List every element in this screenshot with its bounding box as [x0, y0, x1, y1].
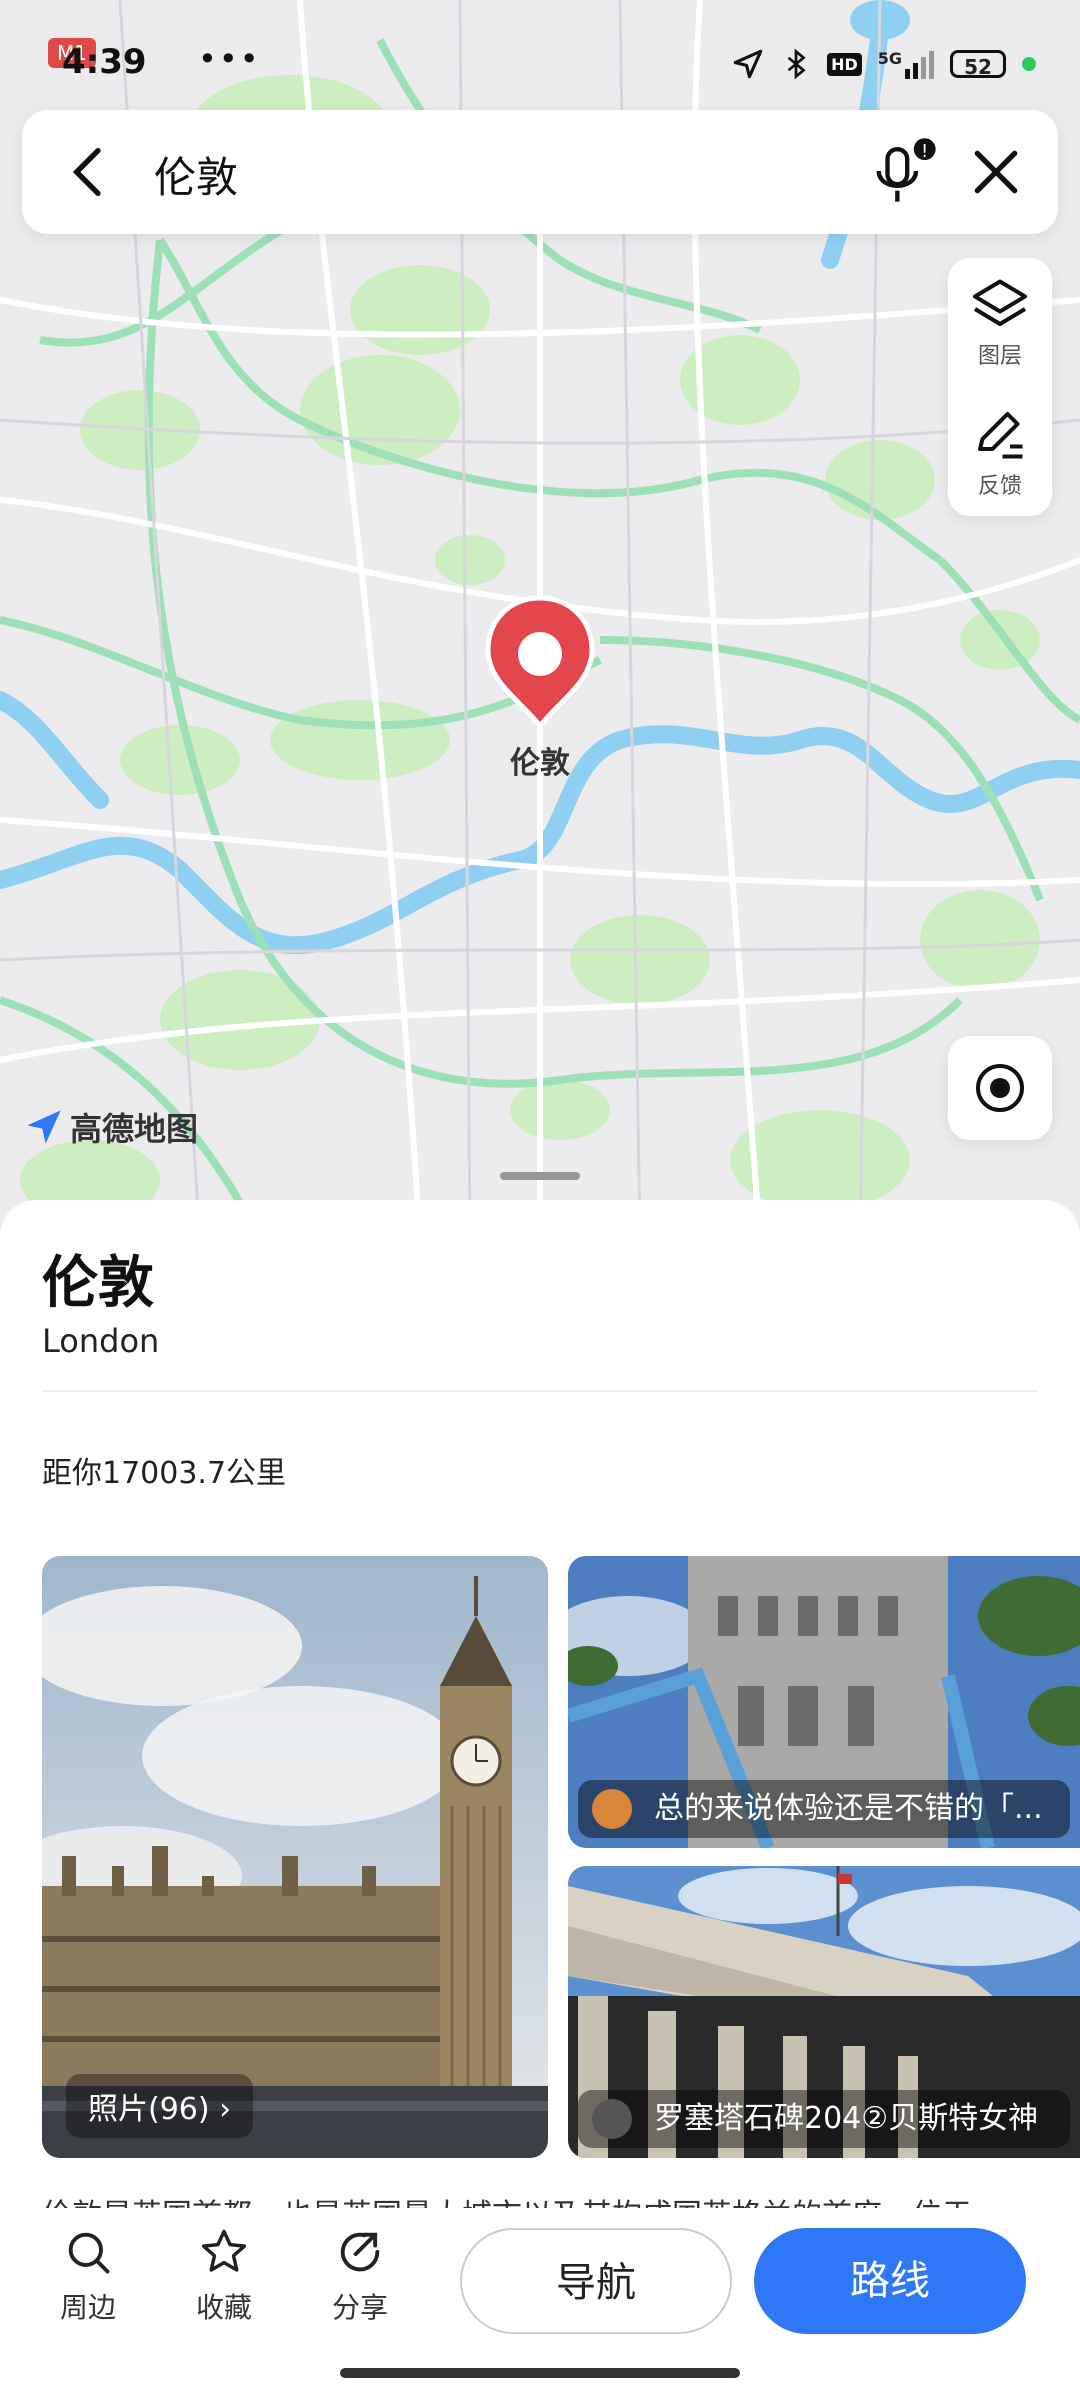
bluetooth-icon	[787, 48, 806, 80]
amap-logo-icon	[27, 1110, 61, 1144]
locate-icon	[976, 1064, 1024, 1112]
map-tools-panel: 图层 反馈	[948, 258, 1052, 516]
review-caption-2[interactable]: 罗塞塔石碑204②贝斯特女神	[578, 2090, 1070, 2148]
signal-icon: 5G	[878, 49, 934, 79]
voice-input-icon[interactable]: !	[872, 136, 938, 206]
search-query[interactable]: 伦敦	[154, 144, 238, 205]
distance-text: 距你17003.7公里	[42, 1456, 287, 1491]
feedback-button[interactable]: 反馈	[948, 388, 1052, 516]
layers-button[interactable]: 图层	[948, 258, 1052, 386]
reviewer-avatar	[592, 1789, 632, 1829]
hd-icon: HD	[827, 52, 862, 76]
divider	[42, 1390, 1038, 1392]
route-button[interactable]: 路线	[754, 2228, 1026, 2334]
my-location-button[interactable]	[948, 1036, 1052, 1140]
review-text-1: 总的来说体验还是不错的「...	[654, 1791, 1043, 1826]
sheet-drag-handle[interactable]	[500, 1172, 580, 1180]
favorite-button[interactable]: 收藏	[174, 2226, 274, 2326]
layers-label: 图层	[977, 344, 1022, 369]
logo-text: 高德地图	[70, 1110, 199, 1148]
photos-count-button[interactable]: 照片(96) ›	[66, 2074, 254, 2138]
svg-text:!: !	[921, 142, 928, 162]
favorite-label: 收藏	[195, 2291, 252, 2324]
amap-logo: 高德地图	[24, 1104, 198, 1150]
privacy-indicator	[1022, 57, 1036, 71]
share-button[interactable]: 分享	[310, 2226, 410, 2326]
photo-british-museum[interactable]: 罗塞塔石碑204②贝斯特女神	[568, 1866, 1080, 2158]
reviewer-avatar	[592, 2099, 632, 2139]
photo-tower-bridge[interactable]: 总的来说体验还是不错的「...	[568, 1556, 1080, 1848]
photo-big-ben[interactable]: 照片(96) ›	[42, 1556, 548, 2158]
big-ben-image	[42, 1556, 548, 2158]
location-pin-icon[interactable]	[478, 594, 602, 744]
search-icon	[68, 2232, 110, 2274]
edit-feedback-icon	[978, 412, 1023, 459]
review-caption-1[interactable]: 总的来说体验还是不错的「...	[578, 1780, 1070, 1838]
place-english-name: London	[42, 1322, 160, 1360]
pin-label: 伦敦	[510, 746, 570, 781]
more-notifications-icon: •••	[198, 40, 261, 78]
search-bar[interactable]: 伦敦 !	[22, 110, 1058, 234]
battery-icon: 52	[950, 50, 1006, 79]
network-type: 5G	[877, 49, 902, 68]
home-indicator[interactable]	[340, 2368, 740, 2378]
nearby-button[interactable]: 周边	[38, 2226, 138, 2326]
layers-icon	[973, 279, 1027, 326]
share-label: 分享	[331, 2291, 388, 2324]
back-icon[interactable]	[58, 140, 122, 204]
close-icon[interactable]	[964, 140, 1028, 204]
nearby-label: 周边	[59, 2291, 116, 2324]
place-description: 伦敦是英国首都，也是英国最大城市以及其构成国英格兰的首府，位于	[42, 2190, 1032, 2208]
place-title: 伦敦	[42, 1251, 154, 1316]
feedback-label: 反馈	[977, 474, 1022, 499]
location-arrow-icon	[733, 49, 763, 79]
star-icon	[201, 2229, 247, 2272]
status-icons: HD 5G 52	[731, 44, 1036, 84]
share-icon	[340, 2232, 380, 2272]
status-time: 4:39	[62, 42, 147, 82]
navigate-button[interactable]: 导航	[460, 2228, 732, 2334]
review-text-2: 罗塞塔石碑204②贝斯特女神	[654, 2101, 1039, 2136]
